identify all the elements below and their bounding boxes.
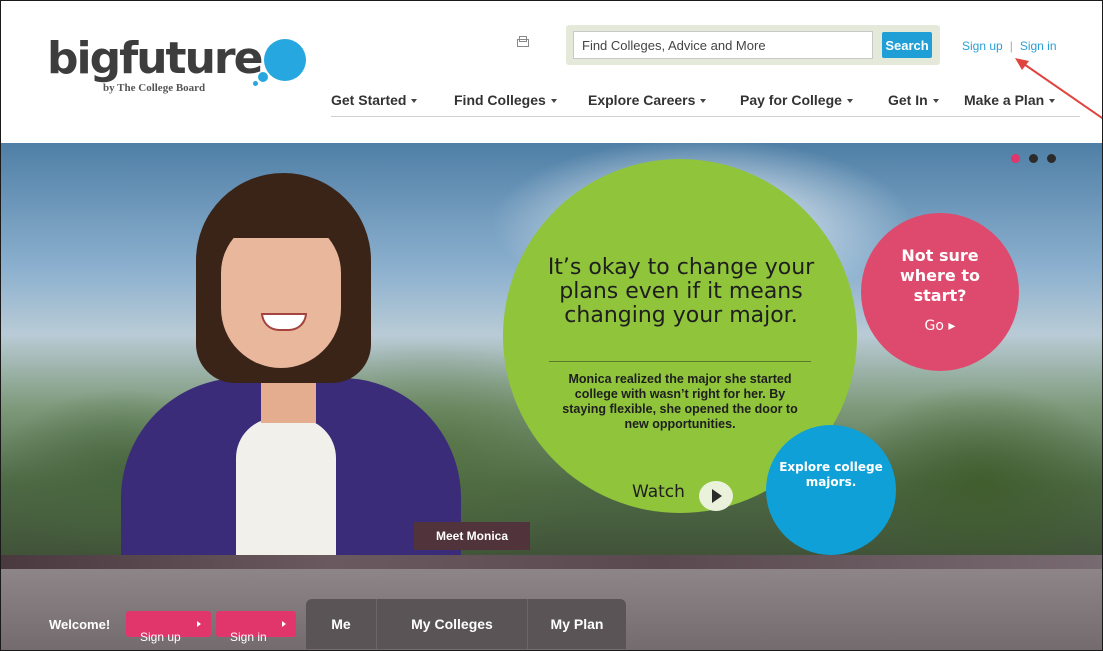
hero-photo-monica <box>101 173 481 569</box>
carousel-dot-1[interactable] <box>1011 154 1020 163</box>
auth-separator: | <box>1009 39 1013 53</box>
not-sure-text[interactable]: Not sure where to start? <box>871 246 1009 306</box>
nav-label: Make a Plan <box>964 92 1045 108</box>
chevron-right-icon <box>197 621 201 627</box>
search-button[interactable]: Search <box>882 32 932 58</box>
search-input[interactable] <box>573 31 873 59</box>
chevron-right-icon <box>282 621 286 627</box>
logo-byline: by The College Board <box>103 82 206 94</box>
nav-pay-for-college[interactable]: Pay for College <box>740 92 853 108</box>
dashboard-tabs: Me My Colleges My Plan <box>306 599 626 649</box>
bottom-sign-in-button[interactable]: Sign in <box>216 611 296 644</box>
nav-get-in[interactable]: Get In <box>888 92 939 108</box>
chevron-down-icon <box>411 99 418 104</box>
play-icon <box>712 489 722 503</box>
chevron-down-icon <box>932 99 939 104</box>
nav-label: Pay for College <box>740 92 842 108</box>
nav-explore-careers[interactable]: Explore Careers <box>588 92 707 108</box>
bigfuture-logo[interactable]: bigfuture by The College Board <box>47 33 263 95</box>
main-nav: Get Started Find Colleges Explore Career… <box>331 92 1080 117</box>
tab-me[interactable]: Me <box>306 599 376 649</box>
carousel-dot-3[interactable] <box>1047 154 1056 163</box>
nav-get-started[interactable]: Get Started <box>331 92 418 108</box>
chevron-down-icon <box>550 99 557 104</box>
logo-bubble-small-icon <box>258 72 268 82</box>
welcome-label: Welcome! <box>49 617 111 632</box>
tab-my-plan[interactable]: My Plan <box>528 599 626 649</box>
nav-find-colleges[interactable]: Find Colleges <box>454 92 557 108</box>
watch-label[interactable]: Watch <box>632 482 685 502</box>
explore-majors-cta[interactable] <box>766 425 896 555</box>
button-label: Sign in <box>230 630 267 644</box>
nav-label: Explore Careers <box>588 92 696 108</box>
meet-monica-tag[interactable]: Meet Monica <box>414 522 530 550</box>
story-headline: It’s okay to change your plans even if i… <box>547 255 815 328</box>
search-box: Search <box>566 25 940 65</box>
sign-up-link[interactable]: Sign up <box>962 39 1003 53</box>
auth-links: Sign up | Sign in <box>962 39 1057 53</box>
chevron-down-icon <box>1049 99 1056 104</box>
nav-make-a-plan[interactable]: Make a Plan <box>964 92 1056 108</box>
story-body: Monica realized the major she started co… <box>562 372 798 431</box>
nav-label: Get In <box>888 92 928 108</box>
go-link[interactable]: Go ▸ <box>871 318 1009 334</box>
logo-bubble-tiny-icon <box>253 81 258 86</box>
story-divider <box>549 361 811 362</box>
bottom-bar: Welcome! Sign up Sign in Me My Colleges … <box>1 569 1102 650</box>
explore-majors-text[interactable]: Explore college majors. <box>771 460 891 490</box>
tab-my-colleges[interactable]: My Colleges <box>377 599 527 649</box>
chevron-down-icon <box>700 99 707 104</box>
page-frame: bigfuture by The College Board Search Si… <box>0 0 1103 651</box>
hero-bottom-strip <box>1 555 1102 569</box>
sign-in-link[interactable]: Sign in <box>1020 39 1057 53</box>
logo-bubble-icon <box>264 39 306 81</box>
play-button[interactable] <box>699 481 733 511</box>
chevron-down-icon <box>846 99 853 104</box>
nav-label: Find Colleges <box>454 92 546 108</box>
bottom-sign-up-button[interactable]: Sign up <box>126 611 211 644</box>
logo-wordmark: bigfuture <box>47 33 263 84</box>
button-label: Sign up <box>140 630 181 644</box>
nav-label: Get Started <box>331 92 407 108</box>
print-icon[interactable] <box>516 36 529 48</box>
carousel-dot-2[interactable] <box>1029 154 1038 163</box>
